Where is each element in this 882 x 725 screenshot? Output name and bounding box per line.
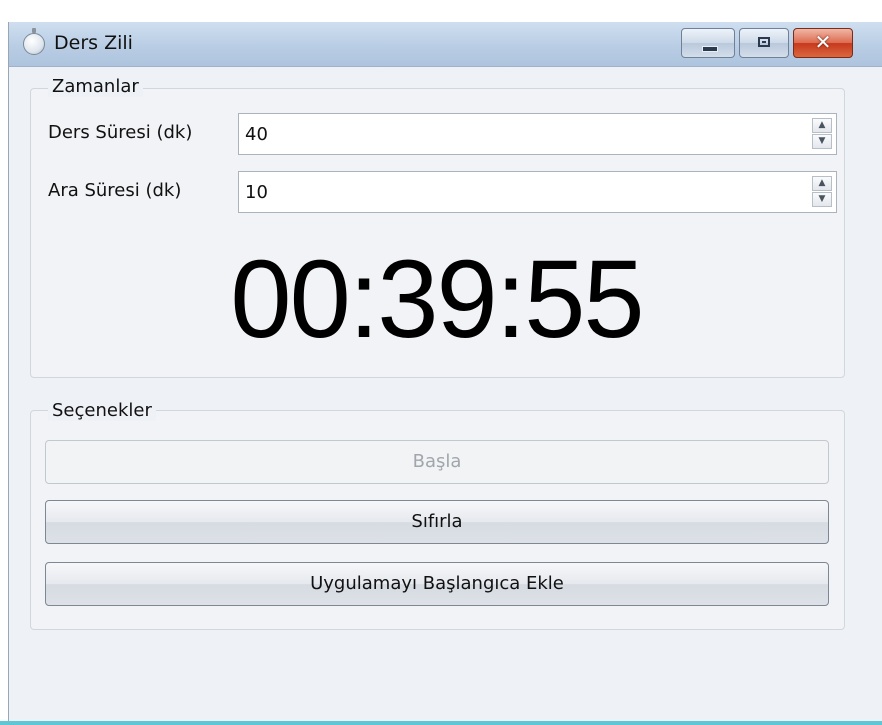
baslangica-ekle-button[interactable]: Uygulamayı Başlangıca Ekle [45, 562, 829, 606]
window-bottom-edge [0, 721, 882, 725]
stopwatch-icon [23, 28, 45, 55]
basla-button[interactable]: Başla [45, 440, 829, 484]
secenekler-legend: Seçenekler [48, 400, 156, 421]
ara-suresi-down-icon[interactable]: ▼ [812, 192, 832, 207]
close-button[interactable]: ✕ [793, 28, 853, 58]
zamanlar-legend: Zamanlar [48, 76, 143, 97]
ara-suresi-spin-buttons[interactable]: ▲ ▼ [812, 176, 832, 208]
ders-suresi-label: Ders Süresi (dk) [48, 122, 193, 143]
ders-suresi-up-icon[interactable]: ▲ [812, 118, 832, 133]
minimize-icon [702, 46, 718, 52]
ara-suresi-label: Ara Süresi (dk) [48, 180, 182, 201]
window-title: Ders Zili [54, 32, 133, 54]
maximize-button[interactable] [739, 28, 789, 58]
title-bar[interactable]: Ders Zili ✕ [9, 22, 882, 67]
countdown-timer: 00:39:55 [230, 238, 644, 361]
minimize-button[interactable] [681, 28, 735, 58]
ara-suresi-stepper[interactable]: ▲ ▼ [238, 171, 837, 213]
ders-suresi-spin-buttons[interactable]: ▲ ▼ [812, 118, 832, 150]
ders-suresi-stepper[interactable]: ▲ ▼ [238, 113, 837, 155]
maximize-icon [758, 37, 770, 47]
sifirla-button[interactable]: Sıfırla [45, 500, 829, 544]
ara-suresi-up-icon[interactable]: ▲ [812, 176, 832, 191]
ders-suresi-input[interactable] [242, 120, 795, 148]
close-icon: ✕ [814, 30, 832, 54]
ara-suresi-input[interactable] [242, 178, 795, 206]
ders-suresi-down-icon[interactable]: ▼ [812, 134, 832, 149]
